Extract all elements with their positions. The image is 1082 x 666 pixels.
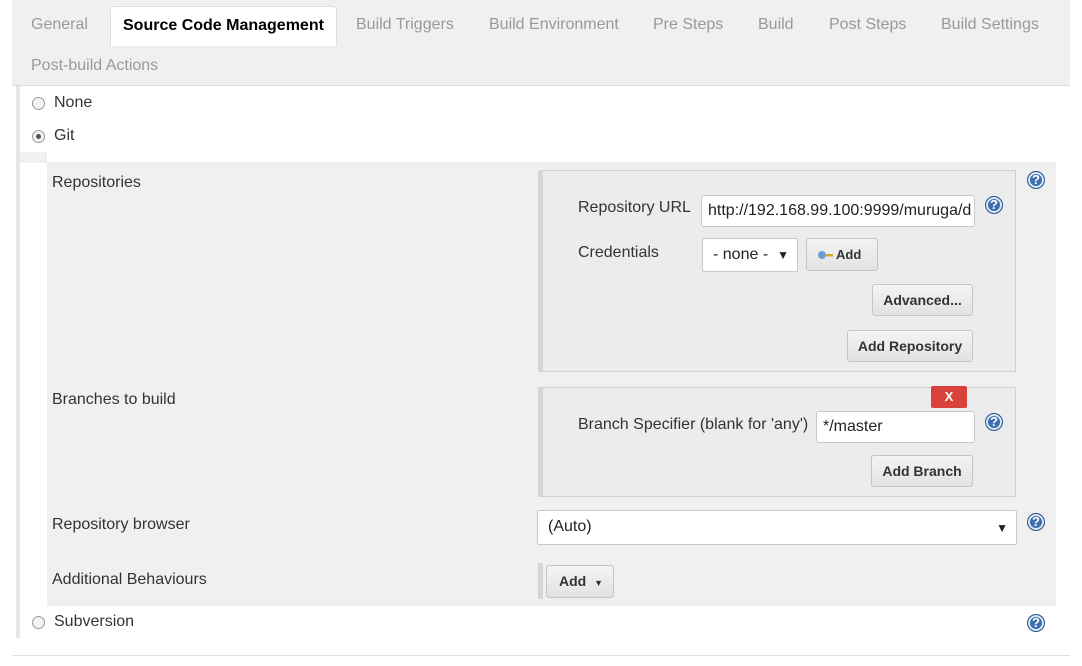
- scm-option-none[interactable]: None: [32, 94, 92, 112]
- tab-pre-steps[interactable]: Pre Steps: [653, 0, 723, 40]
- scm-option-git[interactable]: Git: [32, 127, 74, 145]
- repositories-label: Repositories: [52, 174, 141, 191]
- tab-build[interactable]: Build: [758, 0, 794, 40]
- add-credentials-button[interactable]: Add: [806, 238, 878, 271]
- radio-git[interactable]: [32, 129, 45, 143]
- add-branch-button[interactable]: Add Branch: [871, 455, 973, 487]
- credentials-label: Credentials: [578, 244, 659, 261]
- credentials-select[interactable]: - none - ▼: [702, 238, 798, 272]
- tab-general[interactable]: General: [31, 0, 88, 40]
- add-behaviour-button[interactable]: Add ▼: [546, 565, 614, 598]
- add-credentials-label: Add: [836, 247, 862, 262]
- delete-branch-button[interactable]: X: [931, 386, 967, 408]
- branch-specifier-label: Branch Specifier (blank for 'any'): [578, 416, 809, 433]
- tab-build-environment[interactable]: Build Environment: [489, 0, 619, 40]
- radio-none[interactable]: [32, 96, 45, 110]
- tab-build-triggers[interactable]: Build Triggers: [356, 0, 454, 40]
- scm-option-subversion-label: Subversion: [54, 613, 135, 630]
- tab-post-build-actions[interactable]: Post-build Actions: [31, 57, 158, 75]
- repository-url-input[interactable]: http://192.168.99.100:9999/muruga/d: [701, 195, 975, 227]
- repository-browser-help-icon[interactable]: ?: [1027, 513, 1045, 531]
- caret-down-icon: ▼: [594, 578, 604, 588]
- advanced-button[interactable]: Advanced...: [872, 284, 973, 316]
- tab-source-code-management[interactable]: Source Code Management: [110, 6, 337, 46]
- add-repository-button[interactable]: Add Repository: [847, 330, 973, 362]
- add-behaviour-label: Add: [559, 573, 587, 589]
- caret-down-icon: ▼: [777, 248, 789, 262]
- branch-specifier-help-icon[interactable]: ?: [985, 413, 1003, 431]
- tab-build-settings[interactable]: Build Settings: [941, 0, 1039, 40]
- repositories-help-icon[interactable]: ?: [1027, 171, 1045, 189]
- git-panel-tab: [20, 152, 47, 163]
- additional-behaviours-label: Additional Behaviours: [52, 571, 207, 588]
- credentials-select-value: - none -: [713, 246, 769, 263]
- branch-specifier-input[interactable]: */master: [816, 411, 975, 443]
- repository-url-help-icon[interactable]: ?: [985, 196, 1003, 214]
- branches-to-build-label: Branches to build: [52, 391, 176, 408]
- subversion-help-icon[interactable]: ?: [1027, 614, 1045, 632]
- scm-option-none-label: None: [54, 94, 93, 111]
- tab-post-steps[interactable]: Post Steps: [829, 0, 906, 40]
- repository-browser-select[interactable]: (Auto) ▼: [537, 510, 1017, 545]
- repository-browser-value: (Auto): [548, 518, 592, 535]
- caret-down-icon: ▼: [996, 521, 1008, 535]
- section-rail: [16, 86, 20, 638]
- config-tab-bar: General Source Code Management Build Tri…: [12, 0, 1070, 86]
- repository-url-label: Repository URL: [578, 199, 691, 216]
- radio-subversion[interactable]: [32, 615, 45, 629]
- scm-option-git-label: Git: [54, 127, 75, 144]
- repository-browser-label: Repository browser: [52, 516, 190, 533]
- behaviours-bar: [538, 563, 543, 599]
- scm-option-subversion[interactable]: Subversion: [32, 613, 134, 631]
- key-icon: [818, 251, 833, 260]
- divider: [12, 655, 1070, 656]
